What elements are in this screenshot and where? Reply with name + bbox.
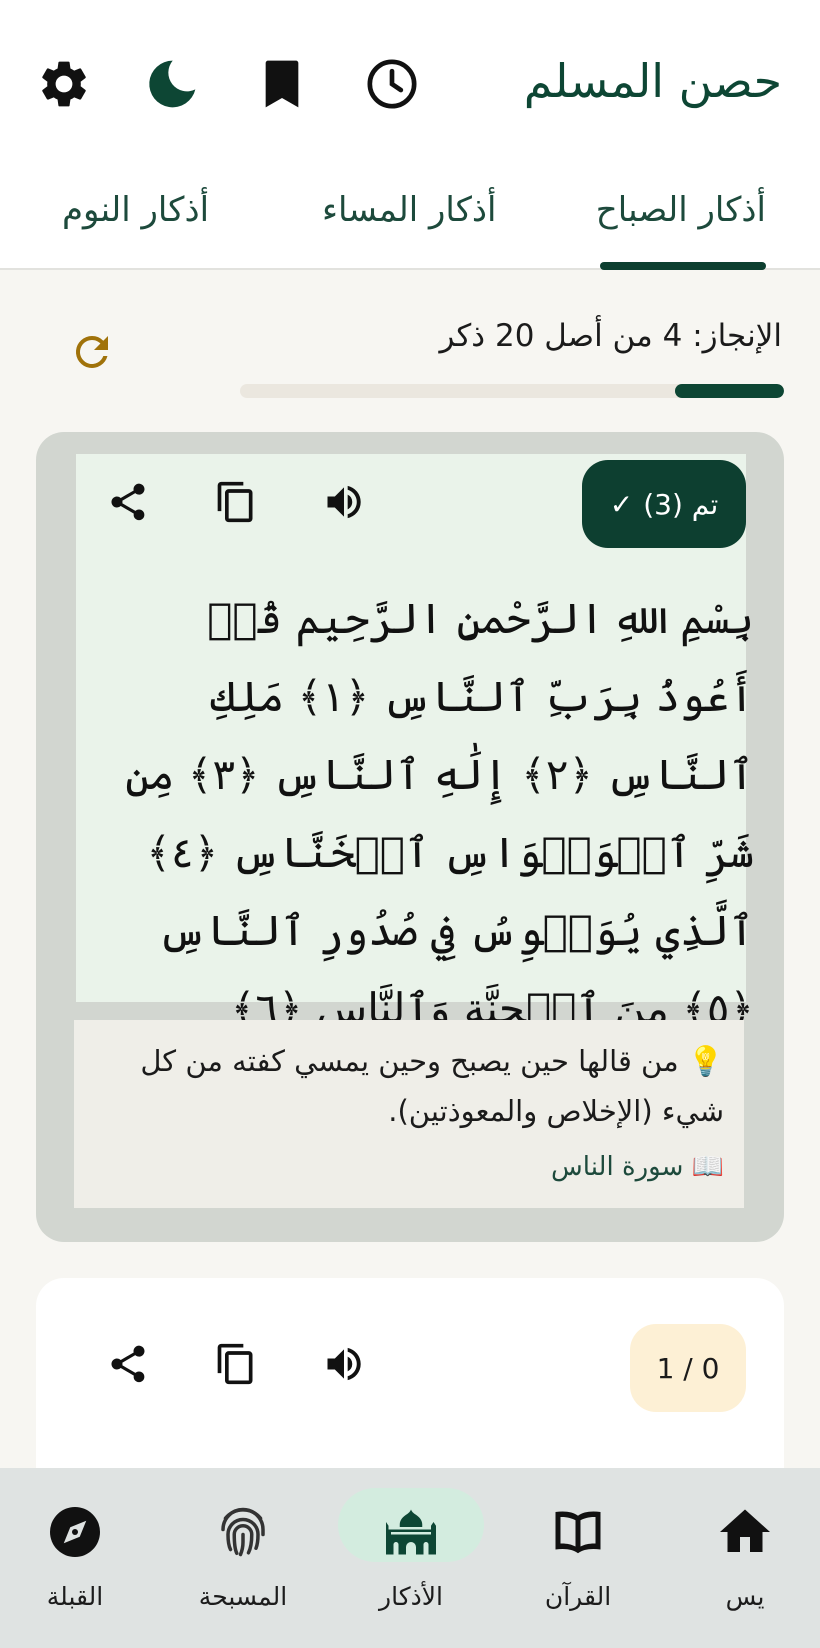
tab-bar: أذكار الصباح أذكار المساء أذكار النوم: [0, 170, 820, 270]
check-icon: ✓: [609, 487, 634, 521]
share-icon[interactable]: [106, 480, 150, 524]
nav-item-home[interactable]: يس: [670, 1488, 820, 1628]
book-icon: [548, 1502, 608, 1562]
nav-label-adhkar: الأذكار: [379, 1582, 443, 1611]
virtue-note: 💡 من قالها حين يصبح وحين يمسي كفته من كل…: [140, 1044, 724, 1128]
app-title: حصن المسلم: [523, 54, 782, 108]
copy-icon[interactable]: [214, 480, 258, 524]
nav-label-home: يس: [725, 1582, 765, 1611]
progress-text: الإنجاز: 4 من أصل 20 ذكر: [439, 318, 782, 354]
home-icon: [715, 1502, 775, 1562]
compass-icon: [45, 1502, 105, 1562]
source-reference: 📖 سورة الناس: [551, 1152, 724, 1182]
tab-evening[interactable]: أذكار المساء: [322, 190, 497, 230]
copy-icon[interactable]: [214, 1342, 258, 1386]
audio-icon[interactable]: [322, 1342, 366, 1386]
nav-item-tasbih[interactable]: المسبحة: [168, 1488, 318, 1628]
nav-item-adhkar[interactable]: الأذكار: [336, 1488, 486, 1628]
history-icon[interactable]: [364, 56, 420, 112]
active-tab-indicator: [600, 262, 766, 270]
settings-icon[interactable]: [36, 56, 92, 112]
progress-fill: [675, 384, 784, 398]
app-header: حصن المسلم: [0, 0, 820, 170]
share-icon[interactable]: [106, 1342, 150, 1386]
fingerprint-icon: [213, 1502, 273, 1562]
nav-item-qibla[interactable]: القبلة: [0, 1488, 150, 1628]
bookmark-icon[interactable]: [254, 56, 310, 112]
done-button[interactable]: تم (3) ✓: [582, 460, 746, 548]
audio-icon[interactable]: [322, 480, 366, 524]
tab-morning[interactable]: أذكار الصباح: [596, 190, 766, 230]
nav-label-quran: القرآن: [544, 1582, 612, 1611]
counter-button[interactable]: 1 / 0: [630, 1324, 746, 1412]
refresh-icon[interactable]: [68, 328, 116, 376]
tab-sleep[interactable]: أذكار النوم: [62, 190, 209, 230]
nav-item-quran[interactable]: القرآن: [503, 1488, 653, 1628]
mosque-icon: [381, 1502, 441, 1562]
nav-label-tasbih: المسبحة: [198, 1582, 288, 1611]
done-label: تم (3): [643, 487, 719, 521]
progress-bar: [240, 384, 784, 398]
nav-label-qibla: القبلة: [46, 1582, 104, 1611]
dark-mode-icon[interactable]: [144, 56, 200, 112]
dhikr-text: بِسْمِ اللهِ الرَّحْمنِ الرَّحِيم قُلۡ أ…: [125, 594, 754, 1033]
